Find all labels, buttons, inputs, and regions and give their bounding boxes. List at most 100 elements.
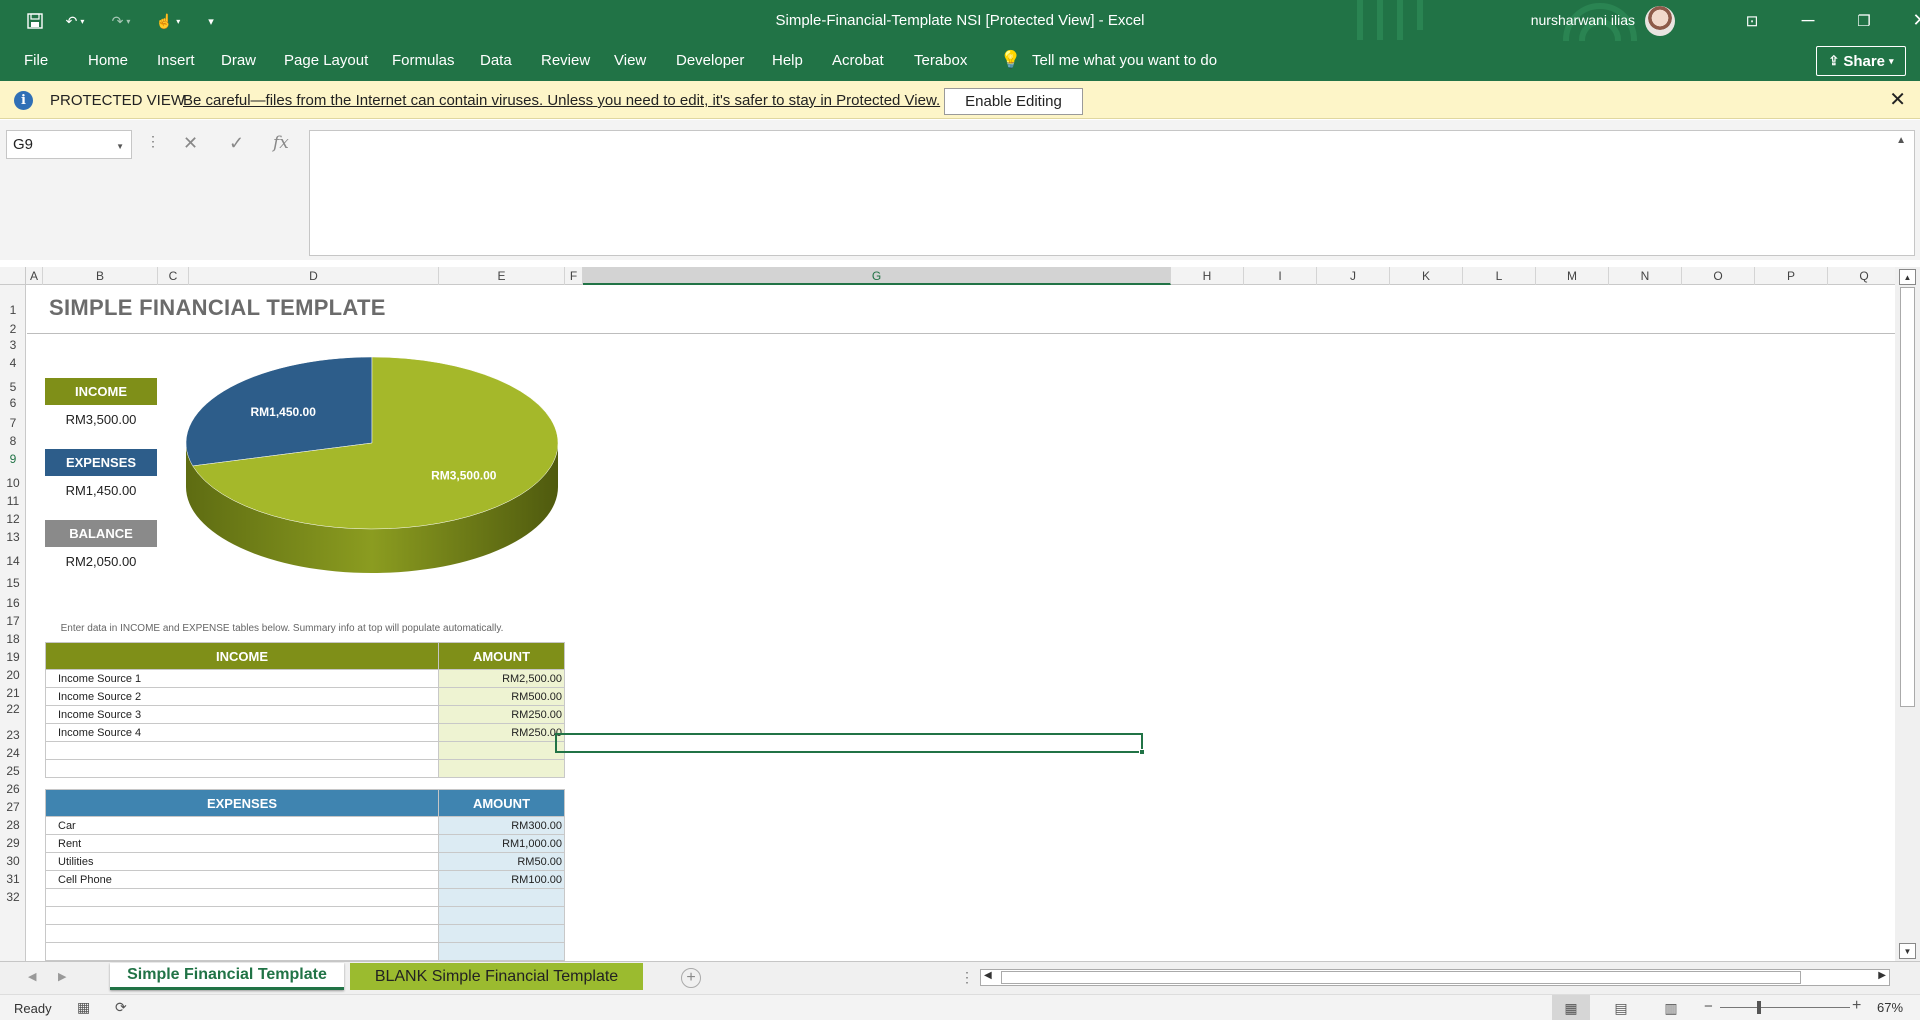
horizontal-scrollbar[interactable]: ◀ ▶ xyxy=(980,969,1890,986)
protected-view-message[interactable]: Be careful—files from the Internet can c… xyxy=(183,92,940,109)
redo-icon[interactable]: ↷ ▾ xyxy=(104,6,138,36)
row-name-cell[interactable] xyxy=(45,942,439,961)
tab-view[interactable]: View xyxy=(614,52,646,69)
row-amount-cell[interactable]: RM250.00 xyxy=(438,705,565,724)
row-header[interactable]: 28 xyxy=(0,819,26,831)
column-header[interactable]: A xyxy=(26,267,43,285)
row-amount-cell[interactable] xyxy=(438,924,565,943)
user-name[interactable]: nursharwani ilias xyxy=(1531,12,1635,28)
column-header[interactable]: B xyxy=(43,267,158,285)
scroll-up-icon[interactable]: ▲ xyxy=(1899,269,1916,285)
row-amount-cell[interactable]: RM2,500.00 xyxy=(438,669,565,688)
vertical-scroll-thumb[interactable] xyxy=(1900,287,1915,707)
row-name-cell[interactable]: Cell Phone xyxy=(45,870,439,889)
row-name-cell[interactable] xyxy=(45,741,439,760)
row-name-cell[interactable]: Rent xyxy=(45,834,439,853)
tab-insert[interactable]: Insert xyxy=(157,52,195,69)
row-header[interactable]: 22 xyxy=(0,703,26,715)
tell-me-search[interactable]: Tell me what you want to do xyxy=(1032,52,1217,69)
row-header[interactable]: 27 xyxy=(0,801,26,813)
tab-split-handle-icon[interactable]: ⋮ xyxy=(960,969,974,986)
row-amount-cell[interactable] xyxy=(438,741,565,760)
column-header[interactable]: N xyxy=(1609,267,1682,285)
scroll-right-icon[interactable]: ▶ xyxy=(1878,970,1886,981)
page-break-preview-icon[interactable]: ▥ xyxy=(1652,995,1690,1020)
row-header[interactable]: 12 xyxy=(0,513,26,525)
zoom-in-icon[interactable]: + xyxy=(1852,997,1861,1015)
normal-view-icon[interactable]: ▦ xyxy=(1552,995,1590,1020)
tab-page-layout[interactable]: Page Layout xyxy=(284,52,368,69)
column-header[interactable]: F xyxy=(565,267,583,285)
tab-acrobat[interactable]: Acrobat xyxy=(832,52,884,69)
tab-file[interactable]: File xyxy=(24,52,48,69)
row-amount-cell[interactable]: RM300.00 xyxy=(438,816,565,835)
row-header[interactable]: 9 xyxy=(0,453,26,465)
fill-handle[interactable] xyxy=(1139,749,1145,755)
row-header[interactable]: 21 xyxy=(0,687,26,699)
row-header[interactable]: 11 xyxy=(0,495,26,507)
row-header[interactable]: 25 xyxy=(0,765,26,777)
row-header[interactable]: 2 xyxy=(0,323,26,335)
tab-data[interactable]: Data xyxy=(480,52,512,69)
row-header[interactable]: 3 xyxy=(0,339,26,351)
column-header[interactable]: E xyxy=(439,267,565,285)
column-header[interactable]: K xyxy=(1390,267,1463,285)
selected-cell[interactable] xyxy=(555,733,1145,755)
zoom-slider-thumb[interactable] xyxy=(1757,1001,1761,1014)
column-header[interactable]: M xyxy=(1536,267,1609,285)
prev-sheet-icon[interactable]: ◀ xyxy=(28,970,36,983)
ribbon-display-options-icon[interactable]: ⊡ xyxy=(1724,0,1780,41)
macro-recording-icon[interactable]: ▦ xyxy=(77,999,90,1016)
close-icon[interactable]: ✕ xyxy=(1889,87,1906,112)
row-header[interactable]: 7 xyxy=(0,417,26,429)
row-header[interactable]: 4 xyxy=(0,357,26,369)
sheet-tab-simple-financial-template[interactable]: Simple Financial Template xyxy=(110,963,344,990)
column-header[interactable]: I xyxy=(1244,267,1317,285)
row-header[interactable]: 16 xyxy=(0,597,26,609)
next-sheet-icon[interactable]: ▶ xyxy=(58,970,66,983)
row-name-cell[interactable]: Car xyxy=(45,816,439,835)
row-amount-cell[interactable] xyxy=(438,906,565,925)
row-header[interactable]: 15 xyxy=(0,577,26,589)
column-header[interactable]: G xyxy=(583,267,1171,285)
close-icon[interactable]: ✕ xyxy=(1892,0,1920,41)
row-amount-cell[interactable] xyxy=(438,942,565,961)
row-header[interactable]: 30 xyxy=(0,855,26,867)
row-header[interactable]: 31 xyxy=(0,873,26,885)
column-header[interactable]: Q xyxy=(1828,267,1895,285)
row-name-cell[interactable]: Income Source 3 xyxy=(45,705,439,724)
row-amount-cell[interactable]: RM50.00 xyxy=(438,852,565,871)
tab-draw[interactable]: Draw xyxy=(221,52,256,69)
row-header[interactable]: 23 xyxy=(0,729,26,741)
row-header[interactable]: 18 xyxy=(0,633,26,645)
enable-editing-button[interactable]: Enable Editing xyxy=(944,88,1083,115)
column-header[interactable]: P xyxy=(1755,267,1828,285)
zoom-slider[interactable] xyxy=(1720,1007,1850,1008)
tab-terabox[interactable]: Terabox xyxy=(914,52,967,69)
select-all-corner[interactable] xyxy=(0,267,26,285)
row-header[interactable]: 10 xyxy=(0,477,26,489)
row-header[interactable]: 19 xyxy=(0,651,26,663)
avatar[interactable] xyxy=(1645,6,1675,36)
row-header[interactable]: 13 xyxy=(0,531,26,543)
accessibility-check-icon[interactable]: ⟳ xyxy=(115,999,127,1016)
row-name-cell[interactable]: Income Source 4 xyxy=(45,723,439,742)
undo-icon[interactable]: ↶ ▾ xyxy=(58,6,92,36)
tab-formulas[interactable]: Formulas xyxy=(392,52,455,69)
column-header[interactable]: D xyxy=(189,267,439,285)
cancel-icon[interactable]: ✕ xyxy=(183,133,198,154)
row-name-cell[interactable]: Utilities xyxy=(45,852,439,871)
formula-input[interactable]: ▲ xyxy=(309,130,1915,256)
touch-mode-icon[interactable]: ☝ ▾ xyxy=(150,6,186,36)
row-name-cell[interactable] xyxy=(45,906,439,925)
enter-icon[interactable]: ✓ xyxy=(229,133,244,154)
row-header[interactable]: 32 xyxy=(0,891,26,903)
column-header[interactable]: C xyxy=(158,267,189,285)
row-header[interactable]: 26 xyxy=(0,783,26,795)
row-amount-cell[interactable] xyxy=(438,888,565,907)
row-header[interactable]: 6 xyxy=(0,397,26,409)
row-header[interactable]: 1 xyxy=(0,304,26,316)
column-header[interactable]: O xyxy=(1682,267,1755,285)
tab-developer[interactable]: Developer xyxy=(676,52,744,69)
more-options-icon[interactable]: ⋮ xyxy=(146,133,160,150)
